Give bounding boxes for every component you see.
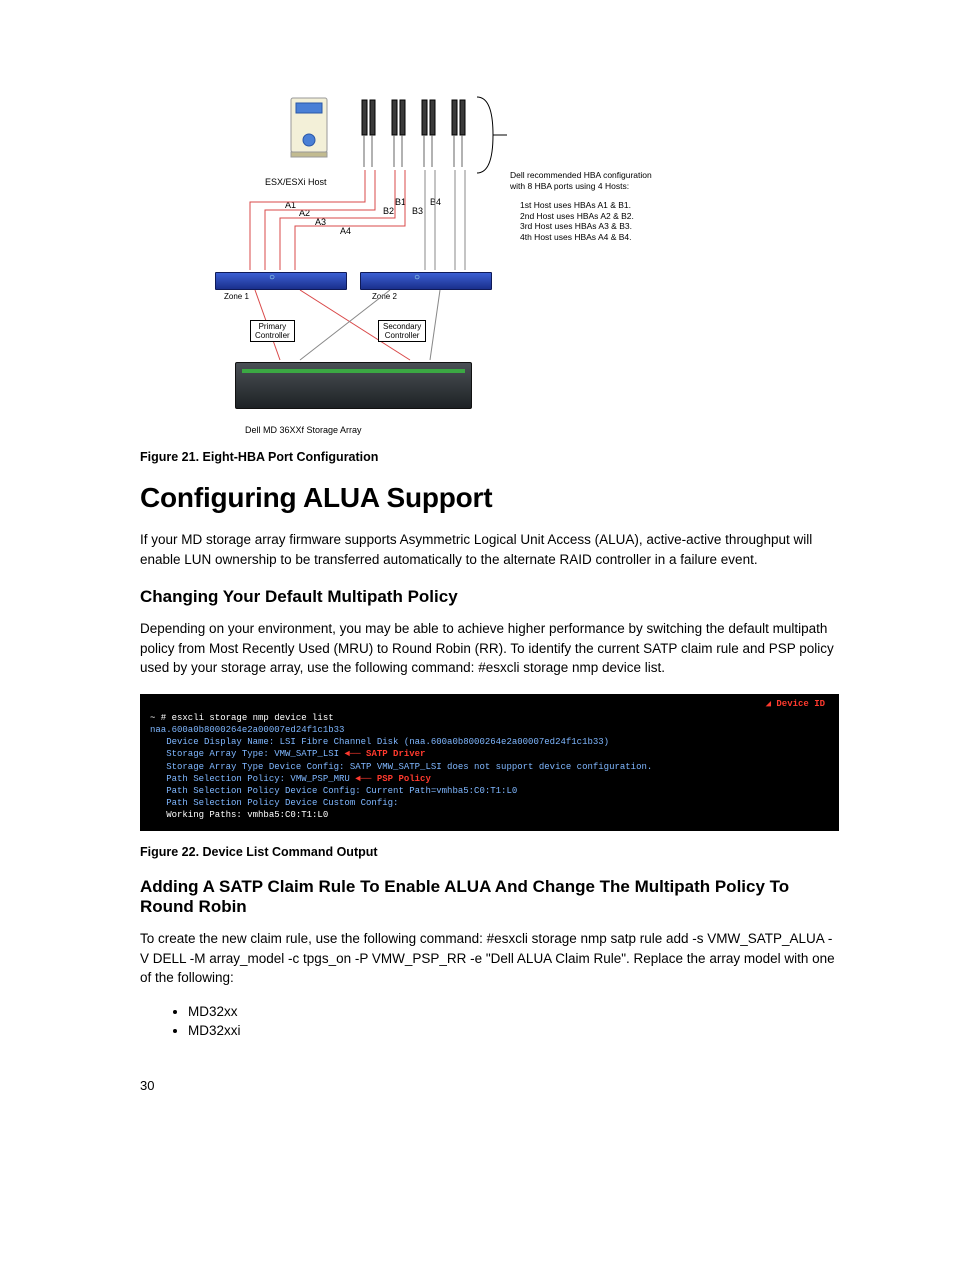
wiring-icon <box>220 170 490 275</box>
storage-caption: Dell MD 36XXf Storage Array <box>245 425 362 435</box>
hba-recommendation: Dell recommended HBA configuration with … <box>510 170 652 191</box>
subheading-satp-rule: Adding A SATP Claim Rule To Enable ALUA … <box>140 877 839 917</box>
cmd-device-list: #esxcli storage nmp device list <box>478 660 661 675</box>
page-number: 30 <box>140 1078 839 1093</box>
storage-array-icon <box>235 362 472 409</box>
switch-zone2 <box>360 272 492 290</box>
array-model-list: MD32xx MD32xxi <box>140 1004 839 1038</box>
list-item: MD32xx <box>188 1004 839 1019</box>
claim-rule-paragraph: To create the new claim rule, use the fo… <box>140 929 839 988</box>
alua-intro-paragraph: If your MD storage array firmware suppor… <box>140 530 839 569</box>
figure-22-caption: Figure 22. Device List Command Output <box>140 845 839 859</box>
bracket-icon <box>475 95 509 175</box>
hba-ports-icon <box>360 85 490 170</box>
server-icon <box>285 90 335 160</box>
terminal-output: ~ # esxcli storage nmp device list naa.6… <box>140 694 839 831</box>
device-id-label: ◢ Device ID <box>766 698 825 710</box>
section-heading-alua: Configuring ALUA Support <box>140 482 839 514</box>
psp-policy-label: ◄── PSP Policy <box>355 774 431 784</box>
figure-21-caption: Figure 21. Eight-HBA Port Configuration <box>140 450 839 464</box>
list-item: MD32xxi <box>188 1023 839 1038</box>
hba-host-list: 1st Host uses HBAs A1 & B1. 2nd Host use… <box>520 200 634 243</box>
hba-diagram: ESX/ESXi Host Dell recommended HBA confi… <box>190 80 690 440</box>
multipath-paragraph: Depending on your environment, you may b… <box>140 619 839 678</box>
switch-zone1 <box>215 272 347 290</box>
satp-driver-label: ◄── SATP Driver <box>344 749 425 759</box>
subheading-multipath: Changing Your Default Multipath Policy <box>140 587 839 607</box>
